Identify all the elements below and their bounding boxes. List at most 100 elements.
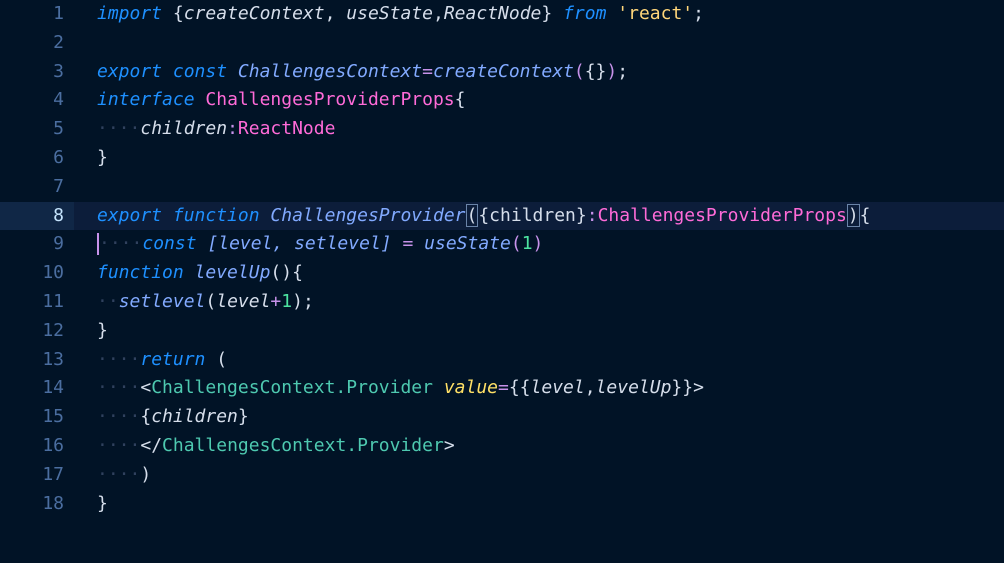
code-token: function <box>97 262 184 284</box>
code-token: } <box>97 319 108 341</box>
code-line[interactable]: 5 ····children:ReactNode <box>0 115 1004 143</box>
line-number: 1 <box>53 3 64 24</box>
code-token: ; <box>693 3 704 24</box>
code-line[interactable]: 16 ····</ChallengesContext.Provider> <box>0 432 1004 460</box>
code-token: : <box>586 204 598 226</box>
code-token: { <box>454 89 466 111</box>
code-token: createContext <box>432 60 574 82</box>
line-code[interactable]: ··setlevel(level+1); <box>97 288 314 316</box>
code-token: from <box>563 3 607 24</box>
code-line[interactable]: 10 function levelUp(){ <box>0 259 1004 287</box>
line-code[interactable]: ····const [level, setlevel] = useState(1… <box>97 230 543 258</box>
line-code[interactable]: function levelUp(){ <box>97 259 303 287</box>
line-code[interactable]: import {createContext, useState,ReactNod… <box>97 0 704 28</box>
line-code[interactable]: } <box>97 490 108 518</box>
line-number: 18 <box>42 492 64 514</box>
code-token: ReactNode <box>443 3 542 24</box>
code-token: ( <box>205 291 217 312</box>
code-token: { <box>140 406 152 428</box>
code-token: , <box>433 3 444 24</box>
line-code[interactable]: ····children:ReactNode <box>97 115 335 143</box>
code-token: ChallengesContext.Provider <box>162 435 444 456</box>
code-token: ChallengesContext.Provider <box>151 377 433 399</box>
code-token: (){ <box>270 262 303 284</box>
code-token: createContext <box>183 3 325 24</box>
code-token: ChallengesProviderProps <box>205 89 455 111</box>
code-line[interactable]: 1 import {createContext, useState,ReactNo… <box>0 0 1004 28</box>
line-code[interactable]: ····</ChallengesContext.Provider> <box>97 432 455 460</box>
code-token: 1 <box>521 233 533 255</box>
code-token: ( <box>465 203 479 227</box>
code-token: const <box>172 60 228 82</box>
code-line[interactable]: 8 export function ChallengesProvider({chi… <box>0 201 1004 230</box>
code-token: value <box>443 377 498 399</box>
code-line[interactable]: 14 ····<ChallengesContext.Provider value=… <box>0 374 1004 402</box>
line-code[interactable]: interface ChallengesProviderProps{ <box>97 86 465 114</box>
code-line[interactable]: 7 <box>0 173 1004 201</box>
line-code[interactable]: ····) <box>97 461 151 489</box>
code-token: 'react' <box>617 3 694 24</box>
code-token: interface <box>97 89 195 111</box>
code-line[interactable]: 2 <box>0 29 1004 57</box>
code-token: , <box>324 3 347 24</box>
code-token: level <box>530 377 585 399</box>
code-line[interactable]: 17 ····) <box>0 461 1004 489</box>
whitespace-marker: ···· <box>97 463 141 485</box>
whitespace-marker: ·· <box>97 291 119 312</box>
code-line[interactable]: 6} <box>0 144 1004 172</box>
code-token: = <box>422 60 433 82</box>
whitespace-marker: ···· <box>97 348 141 370</box>
code-token: { <box>859 204 871 226</box>
code-line[interactable]: 3 export const ChallengesContext=createCo… <box>0 58 1004 86</box>
code-token: levelUp <box>595 377 672 399</box>
code-token: } <box>97 492 108 514</box>
code-token: ( <box>216 348 228 370</box>
code-token: </ <box>140 435 163 456</box>
line-number: 13 <box>42 348 64 370</box>
code-token: ) <box>846 203 860 227</box>
line-number: 8 <box>0 201 74 230</box>
line-code[interactable]: ····return ( <box>97 346 238 374</box>
code-token: , <box>584 377 596 399</box>
code-token: < <box>140 377 152 399</box>
code-token: 1 <box>281 291 293 312</box>
line-code[interactable]: } <box>97 144 108 172</box>
code-line[interactable]: 18} <box>0 490 1004 518</box>
code-token: }}> <box>671 377 704 399</box>
line-code[interactable]: } <box>97 317 108 345</box>
code-line[interactable]: 9 ····const [level, setlevel] = useState(… <box>0 230 1004 258</box>
line-code[interactable]: export const ChallengesContext=createCon… <box>97 58 628 86</box>
code-token: = <box>402 233 414 255</box>
code-token: setlevel <box>118 291 206 312</box>
line-code[interactable]: export function ChallengesProvider({chil… <box>97 202 871 230</box>
line-number: 9 <box>53 233 64 255</box>
line-code[interactable]: ····<ChallengesContext.Provider value={{… <box>97 374 704 402</box>
code-token: = <box>498 377 509 399</box>
code-line[interactable]: 11 ··setlevel(level+1); <box>0 288 1004 316</box>
line-number: 10 <box>42 262 64 284</box>
code-line[interactable]: 12} <box>0 317 1004 345</box>
line-number: 11 <box>42 291 64 312</box>
line-code[interactable]: ····{children} <box>97 403 249 431</box>
line-number: 5 <box>53 118 64 140</box>
line-number: 6 <box>53 147 64 168</box>
code-editor[interactable]: 1 import {createContext, useState,ReactNo… <box>0 0 1004 563</box>
code-token: ) <box>140 463 152 485</box>
code-line[interactable]: 15 ····{children} <box>0 403 1004 431</box>
whitespace-marker: ···· <box>97 118 141 140</box>
code-line[interactable]: 4 interface ChallengesProviderProps{ <box>0 86 1004 114</box>
code-line[interactable]: 13 ····return ( <box>0 346 1004 374</box>
code-token: useState <box>424 233 511 255</box>
code-token: const <box>142 233 197 255</box>
